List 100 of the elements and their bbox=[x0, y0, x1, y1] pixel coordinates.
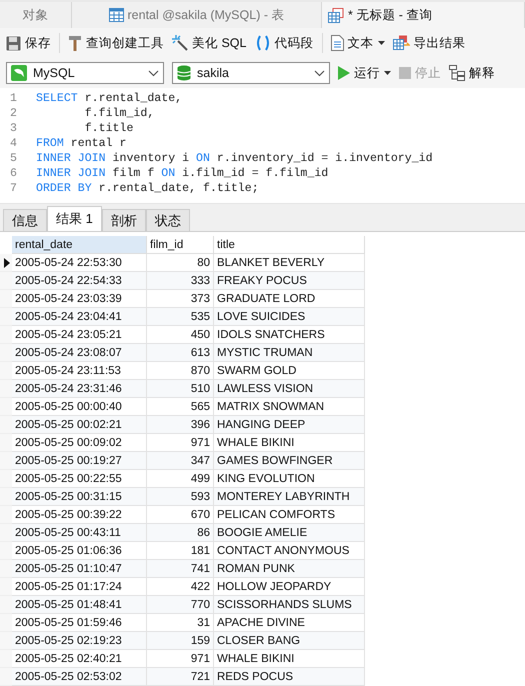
table-cell: APACHE DIVINE bbox=[214, 614, 365, 632]
current-row-icon bbox=[4, 258, 10, 268]
toolbar-button[interactable]: 美化 SQL bbox=[172, 34, 246, 52]
table-cell: 347 bbox=[147, 452, 214, 470]
table-cell: 396 bbox=[147, 416, 214, 434]
play-icon bbox=[338, 66, 350, 80]
code-line: FROM rental r bbox=[36, 137, 126, 150]
column-header[interactable]: title bbox=[214, 236, 365, 254]
caret-icon bbox=[384, 71, 391, 75]
parentheses-icon bbox=[254, 35, 270, 51]
hammer-icon bbox=[68, 35, 82, 51]
table-cell: HOLLOW JEOPARDY bbox=[214, 578, 365, 596]
table-cell: GAMES BOWFINGER bbox=[214, 452, 365, 470]
table-cell: 2005-05-24 23:08:07 bbox=[12, 344, 147, 362]
caret-icon bbox=[378, 41, 384, 45]
table-cell: BOOGIE AMELIE bbox=[214, 524, 365, 542]
document-icon bbox=[330, 35, 344, 51]
code-line: INNER JOIN inventory i ON r.inventory_id = i.inventory_id bbox=[36, 152, 433, 165]
table-cell: BLANKET BEVERLY bbox=[214, 254, 365, 272]
table-cell: 2005-05-25 00:22:55 bbox=[12, 470, 147, 488]
code-line: f.title bbox=[84, 122, 134, 135]
column-header[interactable]: film_id bbox=[147, 236, 214, 254]
line-number: 6 bbox=[9, 167, 18, 180]
line-number: 3 bbox=[9, 122, 18, 135]
document-tab[interactable]: 对象 bbox=[0, 2, 72, 28]
table-cell: MYSTIC TRUMAN bbox=[214, 344, 365, 362]
toolbar-button[interactable]: 代码段 bbox=[254, 34, 314, 52]
result-tab[interactable]: 状态 bbox=[146, 209, 190, 231]
code-line: ORDER BY r.rental_date, f.title; bbox=[36, 182, 259, 195]
table-cell: 2005-05-25 02:40:21 bbox=[12, 650, 147, 668]
table-cell: 80 bbox=[147, 254, 214, 272]
document-tab[interactable]: rental @sakila (MySQL) - 表 bbox=[72, 2, 322, 28]
table-cell: 450 bbox=[147, 326, 214, 344]
database-icon bbox=[177, 65, 191, 81]
table-cell: 721 bbox=[147, 668, 214, 686]
line-number: 1 bbox=[9, 92, 18, 105]
result-tab[interactable]: 信息 bbox=[3, 209, 47, 231]
table-cell: 2005-05-25 00:31:15 bbox=[12, 488, 147, 506]
table-cell: 670 bbox=[147, 506, 214, 524]
column-header[interactable]: rental_date bbox=[12, 236, 147, 254]
table-cell: 2005-05-24 23:05:21 bbox=[12, 326, 147, 344]
toolbar-button[interactable]: 文本 bbox=[330, 34, 384, 52]
table-cell: 870 bbox=[147, 362, 214, 380]
table-cell: 565 bbox=[147, 398, 214, 416]
toolbar-button[interactable]: 解释 bbox=[449, 64, 495, 82]
table-cell: 2005-05-25 01:48:41 bbox=[12, 596, 147, 614]
table-cell: GRADUATE LORD bbox=[214, 290, 365, 308]
table-cell: 2005-05-24 23:04:41 bbox=[12, 308, 147, 326]
query-table-icon bbox=[328, 8, 344, 22]
connection-select[interactable]: MySQL bbox=[6, 62, 164, 84]
table-cell: WHALE BIKINI bbox=[214, 434, 365, 452]
table-cell: 333 bbox=[147, 272, 214, 290]
magic-wand-icon bbox=[172, 35, 188, 51]
table-cell: MONTEREY LABYRINTH bbox=[214, 488, 365, 506]
table-cell: IDOLS SNATCHERS bbox=[214, 326, 365, 344]
table-cell: 971 bbox=[147, 650, 214, 668]
chevron-down-icon bbox=[314, 70, 325, 76]
table-cell: 159 bbox=[147, 632, 214, 650]
table-cell: 422 bbox=[147, 578, 214, 596]
toolbar-button[interactable]: 查询创建工具 bbox=[68, 34, 164, 52]
result-tab[interactable]: 剖析 bbox=[102, 209, 146, 231]
table-cell: 2005-05-25 00:19:27 bbox=[12, 452, 147, 470]
toolbar-button[interactable]: 保存 bbox=[6, 34, 51, 52]
table-cell: 2005-05-24 23:31:46 bbox=[12, 380, 147, 398]
line-number: 2 bbox=[9, 107, 18, 120]
table-cell: 2005-05-25 01:59:46 bbox=[12, 614, 147, 632]
row-header[interactable] bbox=[0, 254, 12, 272]
database-select[interactable]: sakila bbox=[172, 62, 330, 84]
table-cell: 86 bbox=[147, 524, 214, 542]
line-number: 4 bbox=[9, 137, 18, 150]
table-cell: 535 bbox=[147, 308, 214, 326]
explain-icon bbox=[449, 65, 465, 81]
table-cell: 2005-05-25 02:19:23 bbox=[12, 632, 147, 650]
table-cell: 2005-05-24 22:54:33 bbox=[12, 272, 147, 290]
table-cell: 971 bbox=[147, 434, 214, 452]
table-icon bbox=[108, 8, 124, 22]
export-icon bbox=[392, 35, 410, 51]
table-cell: 31 bbox=[147, 614, 214, 632]
table-cell: FREAKY POCUS bbox=[214, 272, 365, 290]
toolbar-button[interactable]: 运行 bbox=[338, 64, 391, 82]
line-number: 5 bbox=[9, 152, 18, 165]
table-cell: KING EVOLUTION bbox=[214, 470, 365, 488]
table-cell: LAWLESS VISION bbox=[214, 380, 365, 398]
table-cell: 373 bbox=[147, 290, 214, 308]
document-tab[interactable]: * 无标题 - 查询 bbox=[322, 2, 525, 28]
table-cell: LOVE SUICIDES bbox=[214, 308, 365, 326]
table-cell: WHALE BIKINI bbox=[214, 650, 365, 668]
table-cell: SWARM GOLD bbox=[214, 362, 365, 380]
save-icon bbox=[6, 36, 21, 50]
table-cell: 2005-05-25 00:00:40 bbox=[12, 398, 147, 416]
table-cell: ROMAN PUNK bbox=[214, 560, 365, 578]
table-cell: 2005-05-25 01:10:47 bbox=[12, 560, 147, 578]
code-line: f.film_id, bbox=[84, 107, 154, 120]
table-cell: 2005-05-24 22:53:30 bbox=[12, 254, 147, 272]
table-cell: CONTACT ANONYMOUS bbox=[214, 542, 365, 560]
table-cell: 2005-05-25 00:43:11 bbox=[12, 524, 147, 542]
table-cell: MATRIX SNOWMAN bbox=[214, 398, 365, 416]
table-cell: 770 bbox=[147, 596, 214, 614]
result-tab[interactable]: 结果 1 bbox=[47, 206, 102, 231]
toolbar-button[interactable]: 导出结果 bbox=[392, 34, 466, 52]
